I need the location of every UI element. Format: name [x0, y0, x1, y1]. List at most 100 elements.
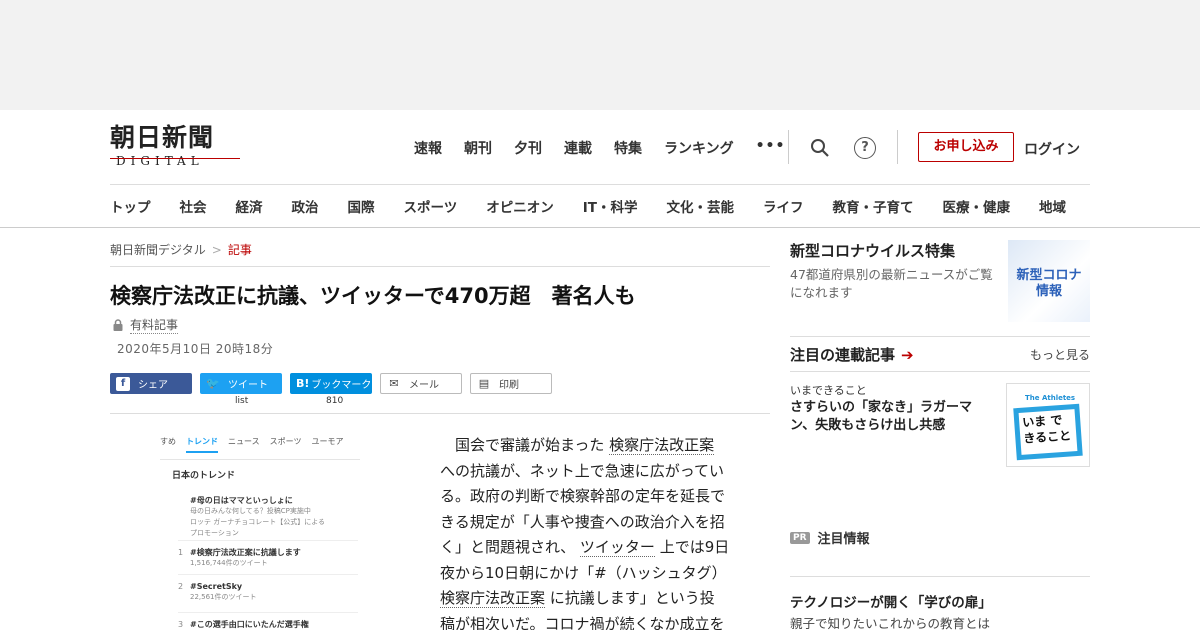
cat-education[interactable]: 教育・子育て	[832, 196, 913, 216]
trend-count: 1,516,744件のツイート	[190, 559, 268, 567]
trend-title: #SecretSky	[190, 582, 243, 591]
nav-yukan[interactable]: 夕刊	[514, 138, 542, 158]
thumb-title: いま できること	[1013, 403, 1083, 461]
nav-ranking[interactable]: ランキング	[664, 138, 734, 158]
pr-article-title[interactable]: テクノロジーが開く「学びの扉」	[790, 591, 992, 611]
subscribe-button[interactable]: お申し込み	[918, 132, 1014, 162]
corona-feature-title[interactable]: 新型コロナウイルス特集	[790, 240, 955, 261]
body-line: への抗議が、ネット上で急速に広がってい	[440, 461, 724, 480]
category-nav: トップ 社会 経済 政治 国際 スポーツ オピニオン IT・科学 文化・芸能 ラ…	[110, 196, 1066, 216]
promo-title: #母の日はママといっしょに	[190, 496, 293, 505]
trend-count: 22,561件のツイート	[190, 593, 257, 601]
print-label: 印刷	[499, 380, 519, 391]
corona-thumbnail[interactable]: 新型コロナ情報	[1008, 240, 1090, 322]
body-text: 国会で審議が始まった	[440, 436, 610, 454]
more-link[interactable]: もっと見る	[1030, 346, 1090, 363]
keyword-link[interactable]: 検察庁法改正案	[440, 589, 546, 608]
corona-feature-desc[interactable]: 47都道府県別の最新ニュースがご覧になれます	[790, 266, 1002, 302]
cat-health[interactable]: 医療・健康	[942, 196, 1010, 216]
divider	[110, 266, 770, 267]
paid-label-text[interactable]: 有料記事	[130, 316, 179, 334]
nav-choukan[interactable]: 朝刊	[464, 138, 492, 158]
logo-main-text: 朝日新聞	[110, 123, 215, 152]
facebook-share-label: シェア	[138, 380, 168, 391]
trend-tab: ニュース	[228, 437, 260, 446]
divider	[788, 130, 789, 164]
print-button[interactable]: ▤ 印刷	[470, 373, 552, 394]
cat-sports[interactable]: スポーツ	[404, 196, 458, 216]
logo-underline	[110, 158, 240, 159]
nav-tokushu[interactable]: 特集	[614, 138, 642, 158]
serial-thumbnail[interactable]: The Athletes いま できること	[1006, 383, 1090, 467]
mail-icon: ✉	[389, 376, 399, 390]
cat-international[interactable]: 国際	[348, 196, 375, 216]
serial-headline[interactable]: さすらいの「家なき」ラガーマン、失敗もさらけ出し共感	[790, 399, 990, 435]
facebook-icon: f	[116, 376, 130, 391]
article-body: 国会で審議が始まった 検察庁法改正案 への抗議が、ネット上で急速に広がってい る…	[440, 433, 750, 630]
publish-date: 2020年5月10日 20時18分	[117, 342, 274, 356]
keyword-link[interactable]: ツイッター	[579, 538, 655, 557]
cat-society[interactable]: 社会	[180, 196, 207, 216]
serial-kicker: いまできること	[790, 384, 867, 397]
mail-share-button[interactable]: ✉ メール	[380, 373, 462, 394]
corona-thumb-text: 新型コロナ情報	[1016, 268, 1082, 299]
twitter-share-button[interactable]: 🐦 ツイート	[200, 373, 282, 394]
pr-label: 注目情報	[817, 532, 870, 547]
more-menu-icon[interactable]: •••	[756, 138, 786, 158]
serial-section-title[interactable]: 注目の連載記事 ➔	[790, 344, 914, 365]
login-link[interactable]: ログイン	[1024, 139, 1080, 159]
breadcrumb: 朝日新聞デジタル > 記事	[110, 241, 252, 258]
hatena-bookmark-button[interactable]: B! ブックマーク	[290, 373, 372, 394]
trend-heading: 日本のトレンド	[172, 471, 236, 481]
body-line: 検察庁法改正案 に抗議します」という投	[440, 586, 750, 612]
thumb-caption: The Athletes	[1025, 394, 1076, 402]
trend-title: #検察庁法改正案に抗議します	[190, 548, 301, 557]
article-title: 検察庁法改正に抗議、ツイッターで470万超 著名人も	[110, 284, 636, 308]
ad-banner-area	[0, 0, 1200, 110]
trend-tab: すめ	[160, 437, 176, 446]
cat-culture[interactable]: 文化・芸能	[666, 196, 734, 216]
serial-title-text: 注目の連載記事	[790, 346, 896, 364]
lock-icon	[113, 319, 123, 331]
pr-section: PR 注目情報	[790, 528, 870, 547]
help-icon[interactable]: ?	[854, 137, 876, 159]
body-line: る。政府の判断で検察幹部の定年を延長で	[440, 487, 726, 505]
cat-life[interactable]: ライフ	[763, 196, 804, 216]
pr-badge: PR	[790, 531, 810, 544]
twitter-trends-screenshot: すめ トレンド ニュース スポーツ ユーモア 日本のトレンド #母の日はママとい…	[160, 436, 360, 630]
cat-region[interactable]: 地域	[1039, 196, 1066, 216]
cat-top[interactable]: トップ	[110, 196, 151, 216]
breadcrumb-home[interactable]: 朝日新聞デジタル	[110, 243, 206, 257]
body-line: きる規定が「人事や捜査への政治介入を招	[440, 512, 725, 531]
trend-tabs: すめ トレンド ニュース スポーツ ユーモア	[160, 436, 360, 460]
cat-economy[interactable]: 経済	[236, 196, 263, 216]
keyword-link[interactable]: 検察庁法改正案	[609, 436, 715, 455]
breadcrumb-current: 記事	[227, 243, 252, 257]
body-line: 国会で審議が始まった 検察庁法改正案	[440, 433, 750, 459]
cat-politics[interactable]: 政治	[292, 196, 319, 216]
header-divider	[110, 184, 1090, 185]
trend-rank: 3	[178, 620, 184, 629]
arrow-right-icon: ➔	[901, 345, 914, 364]
twitter-share-label: ツイート	[228, 380, 268, 391]
site-logo[interactable]: 朝日新聞 DIGITAL	[110, 124, 242, 170]
divider	[790, 576, 1090, 577]
divider	[897, 130, 898, 164]
nav-rensai[interactable]: 連載	[564, 138, 592, 158]
cat-opinion[interactable]: オピニオン	[486, 196, 554, 216]
facebook-share-button[interactable]: f シェア	[110, 373, 192, 394]
trend-rank: 2	[178, 582, 184, 591]
promo-line: プロモーション	[190, 529, 239, 537]
hatena-count[interactable]: 810	[326, 396, 343, 406]
promo-line: 母の日みんな何してる？投稿CP実施中	[190, 507, 311, 515]
search-icon[interactable]	[810, 138, 830, 158]
cat-it-science[interactable]: IT・科学	[583, 196, 638, 216]
trend-tab: ユーモア	[311, 437, 344, 446]
body-line: 夜から10日朝にかけ「#（ハッシュタグ）	[440, 563, 727, 582]
twitter-count[interactable]: list	[235, 396, 248, 406]
nav-sokuho[interactable]: 速報	[414, 138, 442, 158]
pr-article-sub[interactable]: 親子で知りたいこれからの教育とは	[790, 613, 990, 630]
hatena-icon: B!	[296, 376, 310, 390]
trend-tab-active: トレンド	[186, 436, 218, 453]
body-text: く」と問題視され、	[440, 538, 580, 556]
